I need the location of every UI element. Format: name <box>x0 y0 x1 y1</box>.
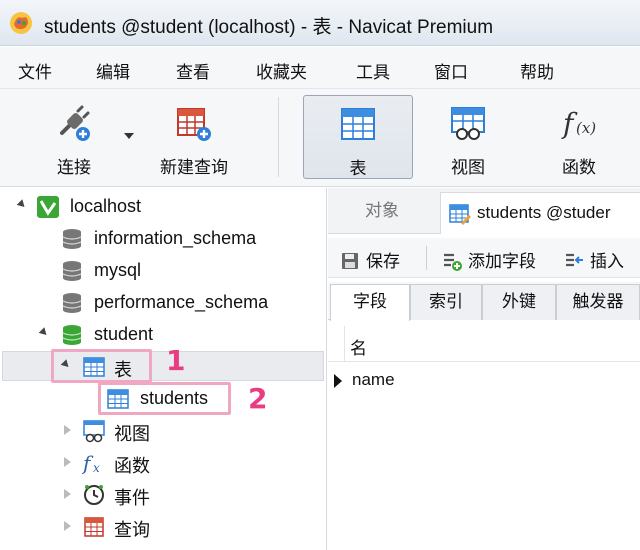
function-button[interactable]: f (x) 函数 <box>536 95 622 179</box>
add-field-icon <box>444 253 462 271</box>
table-icon <box>341 108 375 140</box>
field-row[interactable]: name <box>328 364 640 398</box>
insert-field-label: 插入 <box>590 252 624 271</box>
grid-divider <box>344 326 345 362</box>
current-row-marker-icon <box>334 374 342 388</box>
navicat-logo-icon <box>10 12 32 34</box>
functions-node-label: 函数 <box>114 456 150 476</box>
view-icon <box>83 420 105 443</box>
tab-bar: 对象 students @studer <box>328 188 640 234</box>
field-name-cell[interactable]: name <box>352 370 395 390</box>
new-query-icon <box>177 108 211 141</box>
function-icon: f (x) <box>561 107 596 140</box>
connect-label: 连接 <box>57 158 91 177</box>
menu-help[interactable]: 帮助 <box>520 58 554 83</box>
tree-db-information-schema[interactable]: information_schema <box>0 224 320 254</box>
save-icon <box>342 253 358 269</box>
design-tab-bar: 字段 索引 外键 触发器 <box>328 282 640 321</box>
database-icon <box>62 261 82 281</box>
highlight-box-students <box>98 382 231 415</box>
menu-view[interactable]: 查看 <box>176 58 210 83</box>
callout-number-1: 1 <box>166 344 186 377</box>
svg-text:(x): (x) <box>576 119 596 137</box>
collapse-arrow-icon[interactable] <box>64 521 71 531</box>
navigation-tree: localhost information_schema mysql perfo… <box>0 188 327 550</box>
tab-objects[interactable]: 对象 <box>328 188 436 234</box>
expand-arrow-icon[interactable] <box>16 199 28 210</box>
views-node-label: 视图 <box>114 424 150 444</box>
query-icon <box>84 517 104 537</box>
add-field-button[interactable]: 添加字段 <box>442 247 536 272</box>
database-icon <box>62 293 82 313</box>
tab-students-label: students @studer <box>477 203 611 222</box>
database-open-icon <box>62 325 82 345</box>
menu-file[interactable]: 文件 <box>18 58 52 83</box>
tab-fields[interactable]: 字段 <box>330 284 410 321</box>
menu-edit[interactable]: 编辑 <box>96 58 130 83</box>
plug-icon <box>60 105 90 141</box>
design-toolbar: 保存 添加字段 插入 <box>328 238 640 278</box>
table-label: 表 <box>349 159 367 178</box>
tab-triggers[interactable]: 触发器 <box>556 284 640 320</box>
database-icon <box>62 229 82 249</box>
menu-window[interactable]: 窗口 <box>434 58 468 83</box>
collapse-arrow-icon[interactable] <box>64 457 71 467</box>
add-field-label: 添加字段 <box>468 252 536 271</box>
new-query-label: 新建查询 <box>160 158 228 177</box>
connection-label: localhost <box>70 196 142 216</box>
save-label: 保存 <box>366 252 400 271</box>
toolbar-separator <box>426 246 427 270</box>
menu-tools[interactable]: 工具 <box>356 58 390 83</box>
title-bar: students @student (localhost) - 表 - Navi… <box>0 0 640 46</box>
highlight-box-tables <box>51 349 152 383</box>
collapse-arrow-icon[interactable] <box>64 425 71 435</box>
column-header-name[interactable]: 名 <box>350 334 367 359</box>
expand-arrow-icon[interactable] <box>38 327 50 338</box>
view-button[interactable]: 视图 <box>425 95 511 179</box>
queries-node-label: 查询 <box>114 520 150 540</box>
tree-node-events[interactable]: 事件 <box>0 480 320 510</box>
connect-dropdown-arrow-icon[interactable] <box>124 133 134 139</box>
menu-favorites[interactable]: 收藏夹 <box>256 58 307 83</box>
callout-number-2: 2 <box>248 382 268 415</box>
tree-node-functions[interactable]: f x 函数 <box>0 448 320 478</box>
tree-connection-localhost[interactable]: localhost <box>0 192 320 222</box>
view-icon <box>451 107 485 140</box>
tab-students-design[interactable]: students @studer <box>440 192 640 234</box>
function-label: 函数 <box>562 158 596 177</box>
table-design-icon <box>449 204 471 225</box>
insert-field-icon <box>566 253 583 267</box>
db-label: information_schema <box>94 228 257 248</box>
function-icon: f x <box>82 451 100 475</box>
tree-db-student[interactable]: student <box>0 320 320 350</box>
tree-db-performance-schema[interactable]: performance_schema <box>0 288 320 318</box>
table-button[interactable]: 表 <box>303 95 413 179</box>
fields-grid-header: 名 <box>328 326 640 362</box>
connection-icon <box>37 196 59 218</box>
insert-field-button[interactable]: 插入 <box>564 247 624 272</box>
tab-foreign-keys[interactable]: 外键 <box>482 284 556 320</box>
svg-text:x: x <box>93 461 100 475</box>
events-node-label: 事件 <box>114 488 150 508</box>
tree-node-queries[interactable]: 查询 <box>0 512 320 542</box>
tree-node-tables[interactable]: 表 <box>0 352 320 382</box>
main-toolbar: 连接 新建查询 表 视图 f (x) 函数 <box>0 89 640 187</box>
view-label: 视图 <box>451 158 485 177</box>
db-label: mysql <box>94 260 142 280</box>
db-label: performance_schema <box>94 292 269 312</box>
window-title: students @student (localhost) - 表 - Navi… <box>44 17 494 38</box>
tree-db-mysql[interactable]: mysql <box>0 256 320 286</box>
clock-icon <box>84 485 104 505</box>
menu-bar: 文件 编辑 查看 收藏夹 工具 窗口 帮助 <box>0 47 640 89</box>
tab-indexes[interactable]: 索引 <box>410 284 482 320</box>
collapse-arrow-icon[interactable] <box>64 489 71 499</box>
new-query-button[interactable]: 新建查询 <box>150 95 238 179</box>
save-button[interactable]: 保存 <box>340 247 400 272</box>
connect-button[interactable]: 连接 <box>32 95 116 179</box>
db-label: student <box>94 324 154 344</box>
object-panel: 对象 students @studer 保存 添加字段 插入 字段 索引 外键 … <box>328 188 640 550</box>
toolbar-separator <box>278 97 279 177</box>
tree-node-views[interactable]: 视图 <box>0 416 320 446</box>
